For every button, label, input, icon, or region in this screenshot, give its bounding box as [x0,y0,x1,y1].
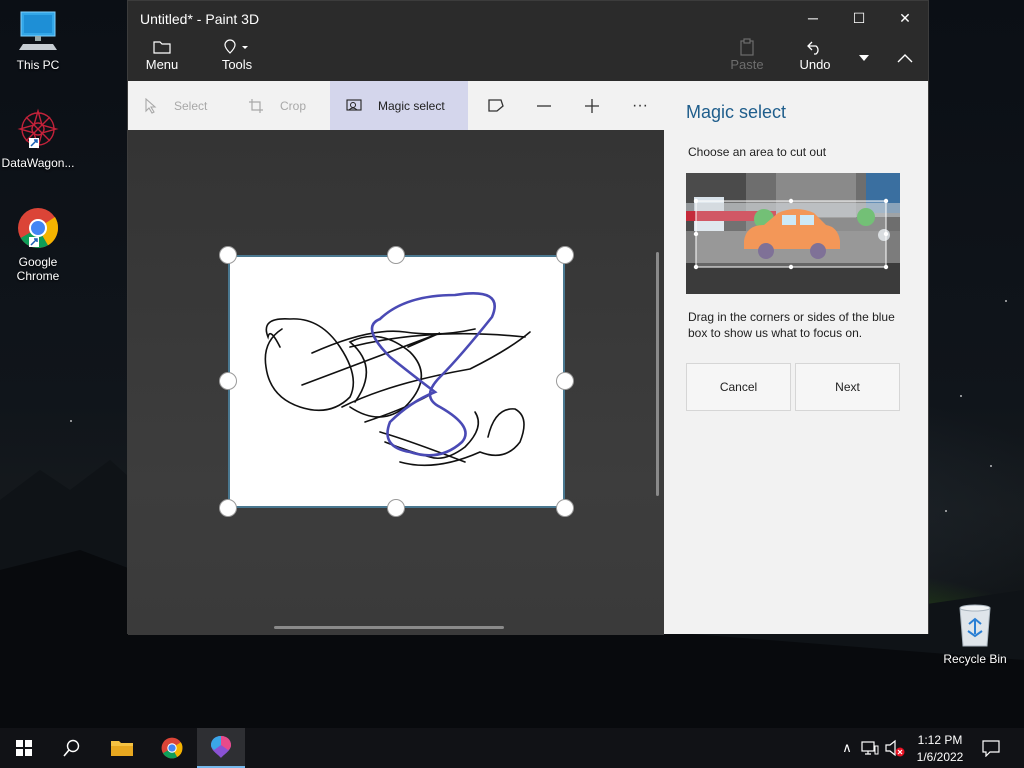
resize-handle-bottom-right[interactable] [556,499,574,517]
desktop-icon-google-chrome[interactable]: Google Chrome [0,205,76,283]
drawing-canvas[interactable] [228,255,565,508]
windows-logo-icon [16,740,32,756]
resize-handle-top[interactable] [387,246,405,264]
minimize-button[interactable]: ─ [790,1,836,35]
magic-select-illustration [686,173,900,294]
desktop-icon-label: Google Chrome [16,255,60,283]
paste-label: Paste [730,57,764,72]
menu-label: Menu [145,57,179,72]
star [70,420,72,422]
minus-icon [537,104,551,107]
datawagon-logo-icon [17,108,59,150]
crop-icon [248,98,264,114]
undo-label: Undo [799,57,831,72]
canvas-area[interactable] [128,130,664,635]
desktop-icon-label: This PC [16,58,60,72]
chevron-up-icon [897,54,913,63]
magic-select-icon [346,98,362,113]
close-button[interactable]: ✕ [882,1,928,35]
search-button[interactable] [48,728,96,768]
recycle-bin-icon [959,604,991,647]
vertical-scrollbar[interactable] [656,252,659,496]
clock-date: 1/6/2022 [916,750,964,764]
desktop-icon-this-pc[interactable]: This PC [0,8,76,72]
history-dropdown-button[interactable] [850,35,878,81]
horizontal-scrollbar[interactable] [274,626,504,629]
file-explorer-taskbar-button[interactable] [98,728,146,768]
resize-handle-top-left[interactable] [219,246,237,264]
magic-select-tool-button[interactable]: Magic select [330,81,468,130]
clock-time: 1:12 PM [917,733,963,747]
show-hidden-icons-button[interactable]: ∧ [836,728,858,768]
paint3d-icon [211,736,231,758]
star [990,465,992,467]
caret-down-icon [859,55,869,61]
resize-handle-right[interactable] [556,372,574,390]
magic-select-panel: Magic select Choose an area to cut out D… [664,81,928,634]
folder-icon [140,37,184,57]
cursor-icon [144,97,158,114]
menu-button[interactable]: Menu [140,37,184,72]
taskbar-clock[interactable]: 1:12 PM 1/6/2022 [910,732,970,766]
undo-icon [792,37,838,57]
paint3d-window: Untitled* - Paint 3D ─ ☐ ✕ Menu Tools Pa… [127,0,929,635]
flag-icon [488,98,504,112]
scribble-drawing [264,292,531,467]
chrome-icon [161,737,183,759]
next-button[interactable]: Next [795,363,900,411]
maximize-button[interactable]: ☐ [836,1,882,35]
notification-icon [982,740,1000,757]
crop-tool-button[interactable]: Crop [248,81,306,130]
start-button[interactable] [0,728,48,768]
resize-handle-bottom-left[interactable] [219,499,237,517]
clipboard-icon [726,37,768,57]
paste-button[interactable]: Paste [726,37,768,72]
computer-icon [19,11,57,50]
network-button[interactable] [858,728,882,768]
brush-icon [212,37,262,57]
panel-description: Drag in the corners or sides of the blue… [688,310,895,340]
desktop-icon-label: Recycle Bin [943,652,1007,666]
tools-label: Tools [221,57,253,72]
plus-icon [585,98,599,113]
chrome-icon [18,208,59,248]
select-label: Select [174,98,208,113]
desktop-icon-recycle-bin[interactable]: Recycle Bin [937,602,1013,666]
folder-icon [111,741,133,756]
tools-button[interactable]: Tools [212,37,262,72]
resize-handle-bottom[interactable] [387,499,405,517]
magic-select-label: Magic select [378,98,445,113]
volume-button[interactable] [882,728,908,768]
taskbar: ∧ 1:12 PM 1/6/2022 [0,728,1024,768]
selection-toolbar: Select Crop Magic select ··· [128,81,664,130]
panel-title: Magic select [686,102,787,122]
zoom-out-button[interactable] [524,81,564,130]
flag-tool-button[interactable] [476,81,516,130]
menu-bar: Menu Tools Paste Undo [128,35,928,81]
network-icon [861,741,879,755]
star [1005,300,1007,302]
panel-subtitle: Choose an area to cut out [688,145,827,159]
star [960,395,962,397]
collapse-toolbar-button[interactable] [882,35,928,81]
star [945,510,947,512]
desktop-icon-datawagon[interactable]: DataWagon... [0,106,76,170]
resize-handle-top-right[interactable] [556,246,574,264]
paint3d-taskbar-button[interactable] [197,728,245,768]
search-icon [63,739,80,757]
volume-muted-icon [885,739,905,757]
chrome-taskbar-button[interactable] [148,728,196,768]
undo-button[interactable]: Undo [792,37,838,72]
resize-handle-left[interactable] [219,372,237,390]
more-options-button[interactable]: ··· [620,81,660,130]
action-center-button[interactable] [970,728,1012,768]
title-bar[interactable]: Untitled* - Paint 3D ─ ☐ ✕ [128,1,928,35]
crop-label: Crop [280,98,307,113]
desktop-icon-label: DataWagon... [1,156,75,170]
window-title: Untitled* - Paint 3D [140,11,260,27]
zoom-in-button[interactable] [572,81,612,130]
select-tool-button[interactable]: Select [144,81,207,130]
cancel-button[interactable]: Cancel [686,363,791,411]
